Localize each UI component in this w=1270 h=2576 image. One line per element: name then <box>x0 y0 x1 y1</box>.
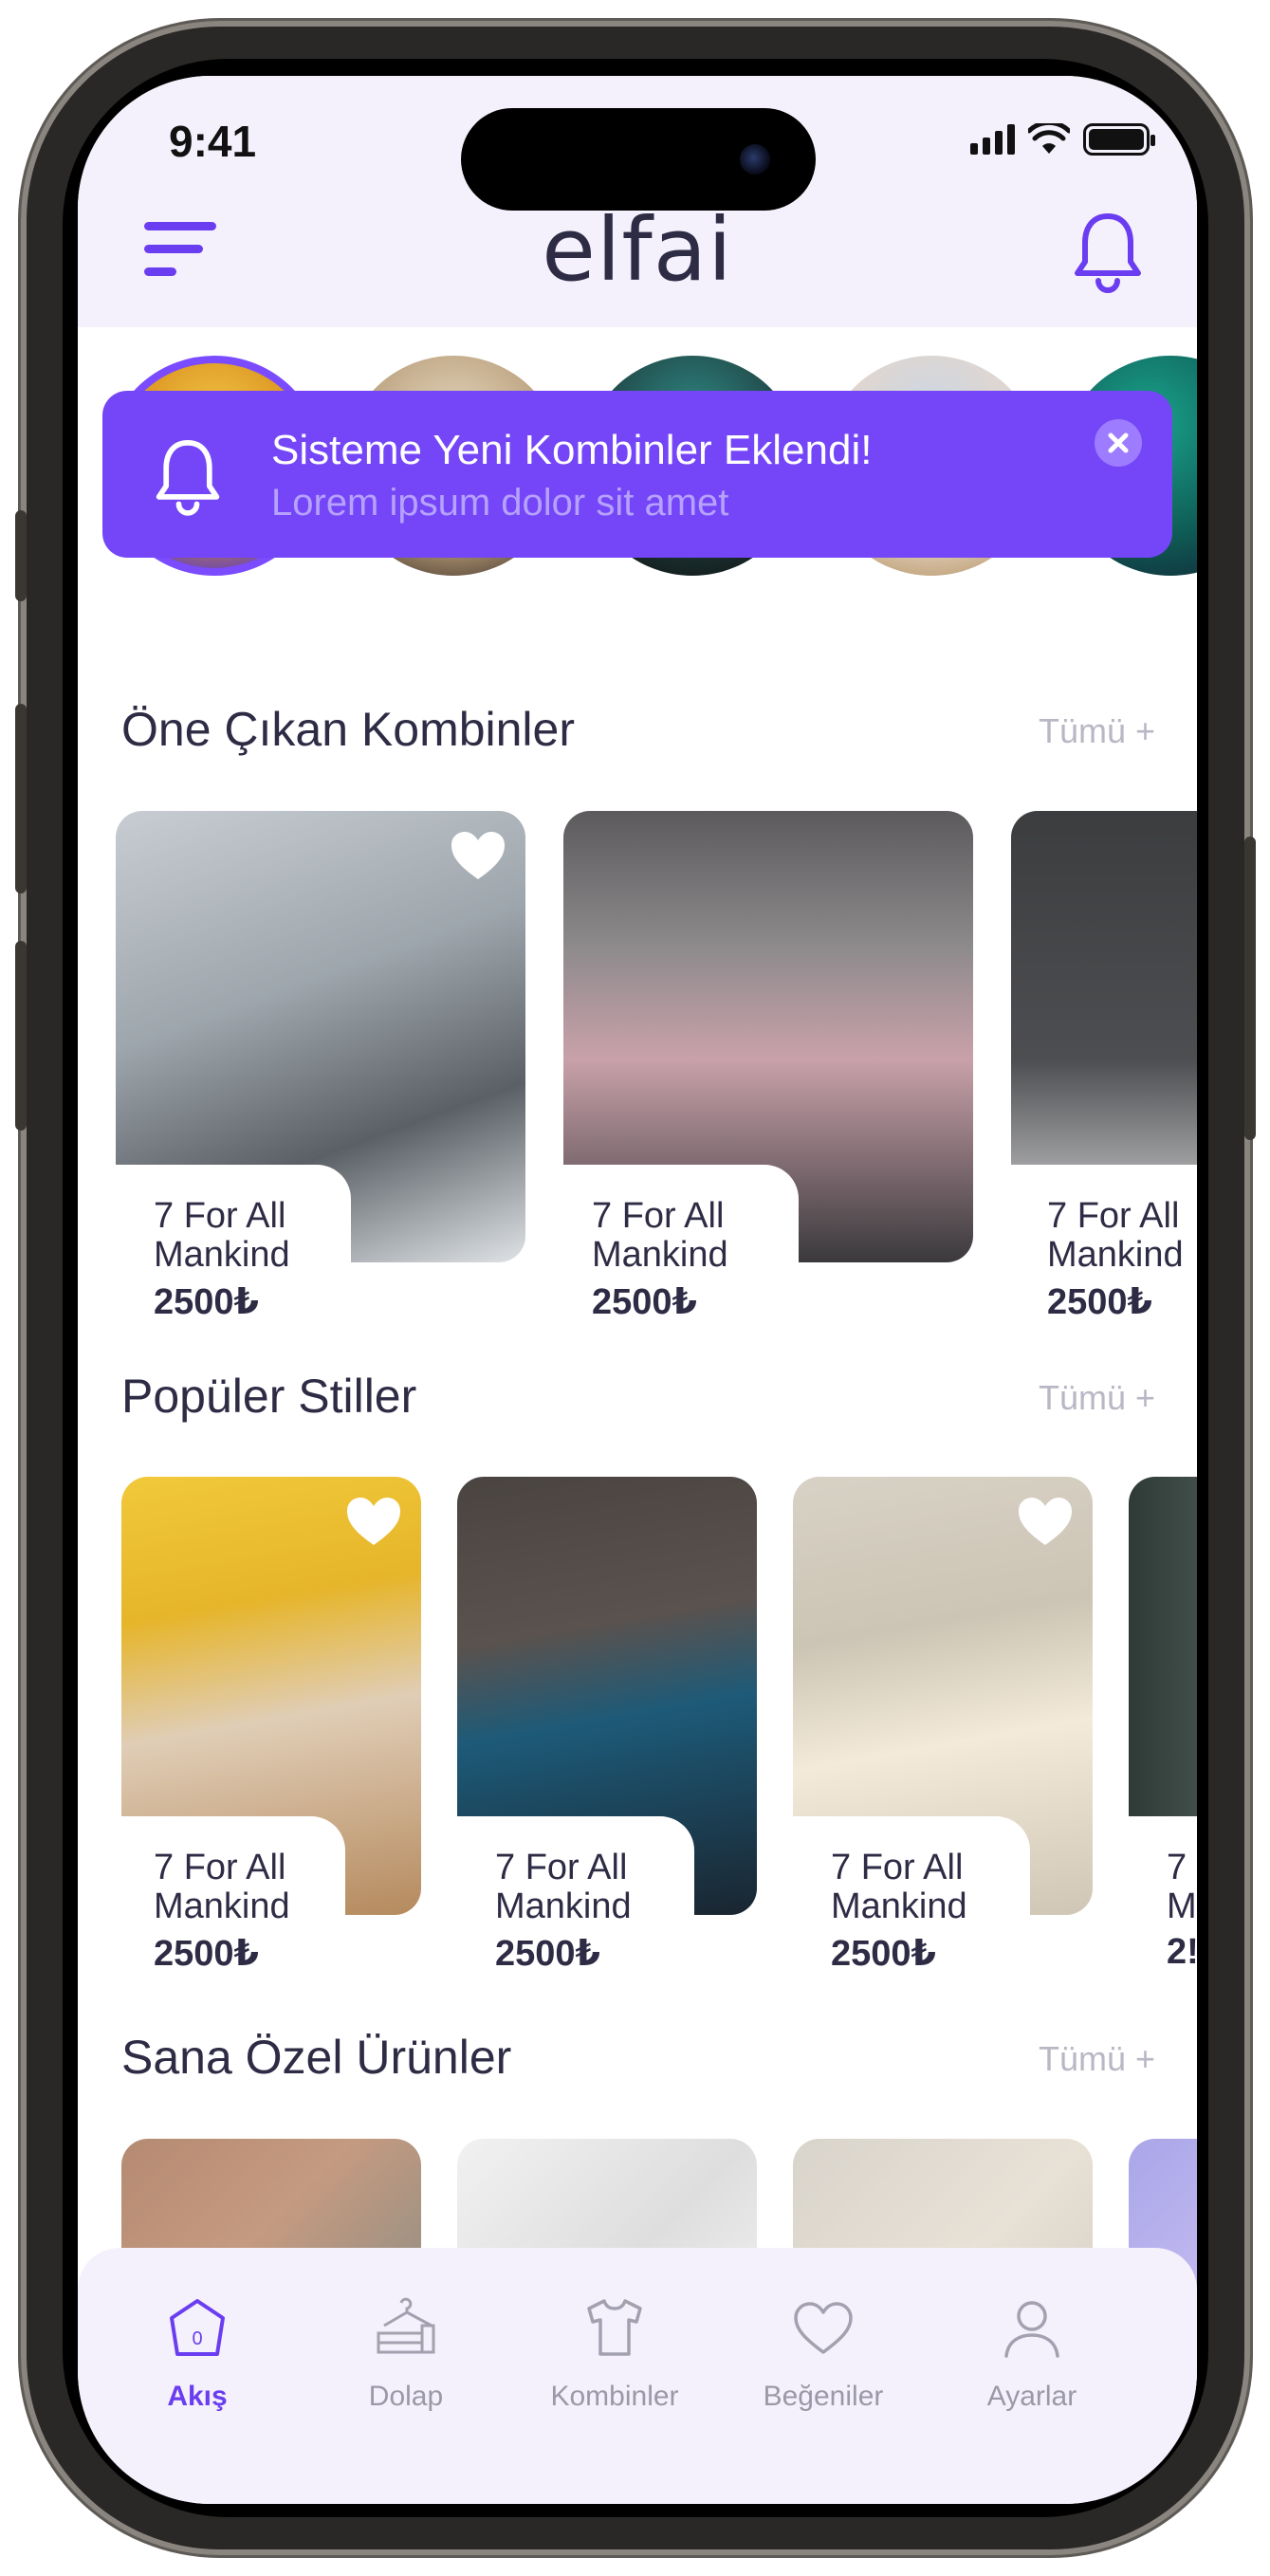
tab-kombinler[interactable]: Kombinler <box>510 2248 719 2438</box>
wifi-icon <box>1028 123 1070 154</box>
tab-ayarlar[interactable]: Ayarlar <box>928 2248 1136 2438</box>
feed: Sisteme Yeni Kombinler Eklendi! Lorem ip… <box>78 327 1197 2423</box>
product-label: 7 For All Mankind 2500₺ <box>563 1165 799 1345</box>
tab-akis[interactable]: 0 Akış <box>93 2248 302 2438</box>
price: 2500₺ <box>1047 1282 1152 1322</box>
see-all-link[interactable]: Tümü + <box>1039 2039 1155 2079</box>
brand-name: Mankind <box>154 1235 290 1275</box>
brand-name: Mankind <box>154 1886 290 1926</box>
product-label: 7 For All Mankind 2500₺ <box>1011 1165 1197 1345</box>
brand-name: 7 For All <box>592 1196 725 1236</box>
notification-subtitle: Lorem ipsum dolor sit amet <box>271 482 729 524</box>
product-label: 7 For All Mankind 2500₺ <box>121 1816 345 1996</box>
product-label: 7 For All Mankind 2500₺ <box>116 1165 351 1345</box>
power-button <box>1244 837 1256 1140</box>
shirt-icon <box>587 2299 642 2356</box>
bell-icon <box>1075 213 1141 293</box>
brand-name: Mankind <box>831 1886 967 1926</box>
volume-up-button <box>15 704 27 893</box>
battery-icon <box>1083 123 1155 156</box>
tab-label: Beğeniler <box>763 2381 884 2412</box>
price: 2500₺ <box>154 1282 259 1322</box>
product-label: 7 For All Mankind 2500₺ <box>793 1816 1030 1996</box>
notification-title: Sisteme Yeni Kombinler Eklendi! <box>271 427 873 473</box>
heart-icon <box>451 832 505 879</box>
svg-text:0: 0 <box>192 2328 202 2349</box>
section-title: Öne Çıkan Kombinler <box>121 703 576 756</box>
camera-icon <box>740 144 770 175</box>
notifications-button[interactable] <box>1070 209 1146 294</box>
app-logo: elfai <box>542 199 733 301</box>
brand-name: 7 For All <box>495 1848 628 1887</box>
product-label: 7 For All Mankind 2500₺ <box>457 1816 694 1996</box>
signal-icon <box>970 124 1015 155</box>
heart-icon <box>1019 1498 1072 1545</box>
brand-name: Mankind <box>592 1235 728 1275</box>
favorite-button[interactable] <box>450 830 506 881</box>
tab-label: Akış <box>167 2381 228 2412</box>
see-all-link[interactable]: Tümü + <box>1039 711 1155 751</box>
home-icon: 0 <box>170 2299 225 2356</box>
section-title: Sana Özel Ürünler <box>121 2031 512 2084</box>
brand-name: 7 <box>1167 1848 1187 1887</box>
brand-name: M <box>1167 1886 1197 1926</box>
app-screen: 9:41 elfai Sisteme Yeni Kombinler Eklend… <box>78 76 1197 2504</box>
section-title: Popüler Stiller <box>121 1370 417 1423</box>
status-time: 9:41 <box>169 117 257 166</box>
price: 2500₺ <box>592 1282 697 1322</box>
notification-banner[interactable]: Sisteme Yeni Kombinler Eklendi! Lorem ip… <box>102 391 1172 558</box>
brand-name: Mankind <box>495 1886 632 1926</box>
brand-name: 7 For All <box>154 1196 286 1236</box>
tab-begeniler[interactable]: Beğeniler <box>719 2248 928 2438</box>
heart-icon <box>794 2302 853 2354</box>
see-all-link[interactable]: Tümü + <box>1039 1378 1155 1418</box>
status-icons <box>970 123 1155 156</box>
tab-bar: 0 Akış Dolap Kombinler Beğeniler Ayarlar <box>78 2248 1197 2504</box>
price: 2500₺ <box>154 1934 259 1974</box>
brand-name: 7 For All <box>154 1848 286 1887</box>
price: 2! <box>1167 1932 1197 1972</box>
wardrobe-icon <box>377 2297 435 2354</box>
price: 2500₺ <box>495 1934 600 1974</box>
dynamic-island <box>461 108 816 211</box>
product-label: 7 M 2! <box>1129 1816 1197 1996</box>
brand-name: 7 For All <box>831 1848 964 1887</box>
volume-down-button <box>15 941 27 1131</box>
brand-name: Mankind <box>1047 1235 1184 1275</box>
tab-label: Dolap <box>368 2381 444 2412</box>
close-icon <box>1108 432 1129 453</box>
favorite-button[interactable] <box>345 1496 402 1547</box>
tab-label: Kombinler <box>550 2381 679 2412</box>
tab-dolap[interactable]: Dolap <box>302 2248 510 2438</box>
price: 2500₺ <box>831 1934 936 1974</box>
heart-icon <box>347 1498 400 1545</box>
favorite-button[interactable] <box>1017 1496 1074 1547</box>
tab-label: Ayarlar <box>986 2381 1077 2412</box>
action-button <box>15 510 27 601</box>
brand-name: 7 For All <box>1047 1196 1180 1236</box>
close-button[interactable] <box>1095 419 1142 467</box>
user-icon <box>1004 2301 1059 2358</box>
bell-icon <box>156 440 220 516</box>
